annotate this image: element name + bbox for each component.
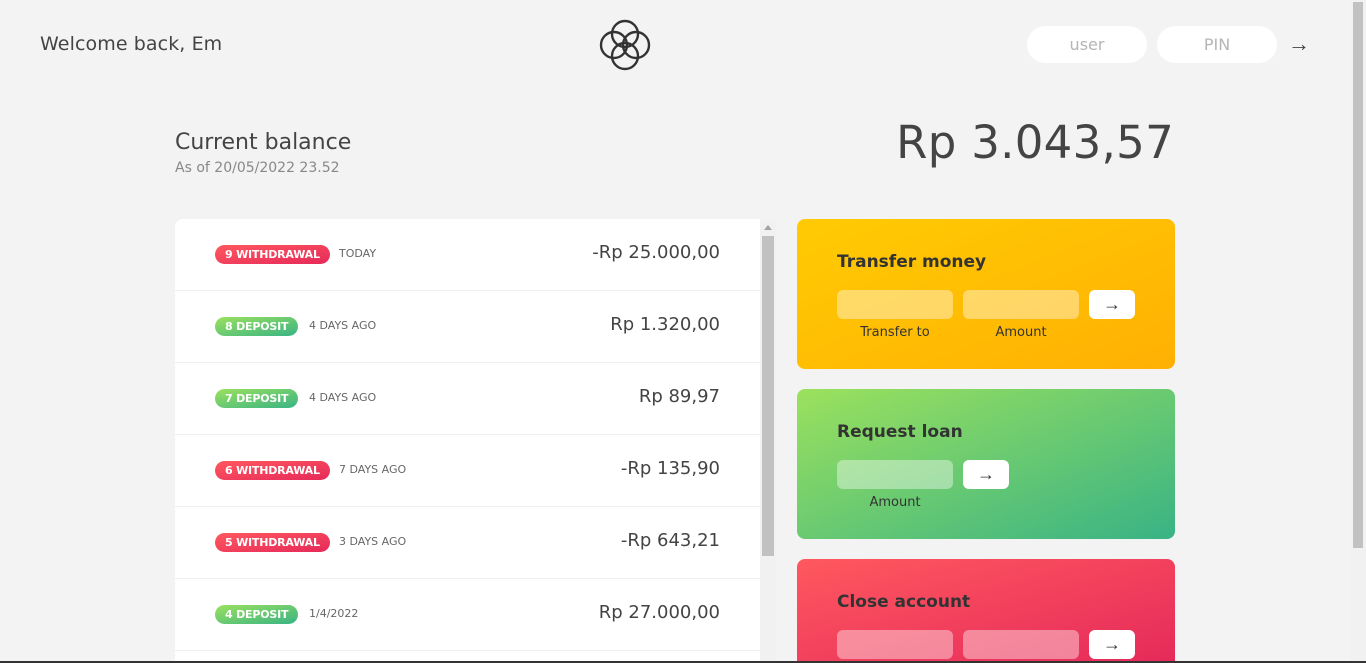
movement-value: Rp 1.320,00 <box>610 314 720 335</box>
page-scrollbar-thumb[interactable] <box>1353 2 1363 548</box>
close-account-card: Close account → <box>797 559 1175 663</box>
welcome-message: Welcome back, Em <box>40 33 223 55</box>
movement-value: Rp 89,97 <box>638 386 720 407</box>
transfer-to-label: Transfer to <box>860 325 930 340</box>
movement-row: 9 WITHDRAWAL TODAY -Rp 25.000,00 <box>175 219 760 291</box>
movement-type-badge: 6 WITHDRAWAL <box>215 461 330 480</box>
transfer-amount-label: Amount <box>995 325 1047 340</box>
balance-value: Rp 3.043,57 <box>896 116 1174 169</box>
movement-type-badge: 8 DEPOSIT <box>215 317 299 336</box>
top-nav: Welcome back, Em → <box>0 0 1350 90</box>
movement-type-badge: 4 DEPOSIT <box>215 605 299 624</box>
balance-label: Current balance <box>175 130 352 155</box>
movement-type-badge: 7 DEPOSIT <box>215 389 299 408</box>
login-arrow-button[interactable]: → <box>1284 30 1314 58</box>
close-user-input[interactable] <box>837 630 953 659</box>
movements-scrollbar[interactable] <box>760 219 776 663</box>
movement-row: 5 WITHDRAWAL 3 DAYS AGO -Rp 643,21 <box>175 507 760 579</box>
loan-submit-button[interactable]: → <box>963 460 1009 489</box>
loan-amount-input[interactable] <box>837 460 953 489</box>
balance-date: As of 20/05/2022 23.52 <box>175 160 340 176</box>
movement-type-badge: 9 WITHDRAWAL <box>215 245 330 264</box>
movement-date: TODAY <box>339 247 377 260</box>
movement-date: 4 DAYS AGO <box>309 319 377 332</box>
request-loan-card: Request loan → Amount <box>797 389 1175 539</box>
movement-value: -Rp 135,90 <box>620 458 720 479</box>
movement-date: 1/4/2022 <box>309 607 359 620</box>
transfer-amount-input[interactable] <box>963 290 1079 319</box>
movement-value: Rp 27.000,00 <box>598 602 720 623</box>
movement-row: 8 DEPOSIT 4 DAYS AGO Rp 1.320,00 <box>175 291 760 363</box>
close-title: Close account <box>837 592 971 612</box>
movements-scrollbar-thumb[interactable] <box>762 236 774 556</box>
movement-date: 4 DAYS AGO <box>309 391 377 404</box>
movement-date: 7 DAYS AGO <box>339 463 407 476</box>
movement-date: 3 DAYS AGO <box>339 535 407 548</box>
movement-row: 6 WITHDRAWAL 7 DAYS AGO -Rp 135,90 <box>175 435 760 507</box>
transfer-submit-button[interactable]: → <box>1089 290 1135 319</box>
close-submit-button[interactable]: → <box>1089 630 1135 659</box>
loan-title: Request loan <box>837 422 963 442</box>
scroll-up-arrow-icon[interactable] <box>764 225 772 230</box>
transfer-title: Transfer money <box>837 252 987 272</box>
pin-input[interactable] <box>1157 26 1277 63</box>
transfer-to-input[interactable] <box>837 290 953 319</box>
movements-rows: 9 WITHDRAWAL TODAY -Rp 25.000,00 8 DEPOSIT 4… <box>175 219 760 651</box>
transfer-money-card: Transfer money → Transfer to Amount <box>797 219 1175 369</box>
movements-list[interactable]: 9 WITHDRAWAL TODAY -Rp 25.000,00 8 DEPOSIT 4… <box>175 219 776 663</box>
page-scrollbar[interactable] <box>1350 0 1366 663</box>
logo-icon <box>599 19 651 71</box>
close-pin-input[interactable] <box>963 630 1079 659</box>
loan-amount-label: Amount <box>869 495 921 510</box>
balance-date-value: 20/05/2022 23.52 <box>214 160 340 176</box>
user-input[interactable] <box>1027 26 1147 63</box>
movement-value: -Rp 643,21 <box>620 530 720 551</box>
movement-type-badge: 5 WITHDRAWAL <box>215 533 330 552</box>
balance-date-prefix: As of <box>175 160 210 176</box>
movement-row: 4 DEPOSIT 1/4/2022 Rp 27.000,00 <box>175 579 760 651</box>
movement-row: 7 DEPOSIT 4 DAYS AGO Rp 89,97 <box>175 363 760 435</box>
movement-value: -Rp 25.000,00 <box>592 242 720 263</box>
